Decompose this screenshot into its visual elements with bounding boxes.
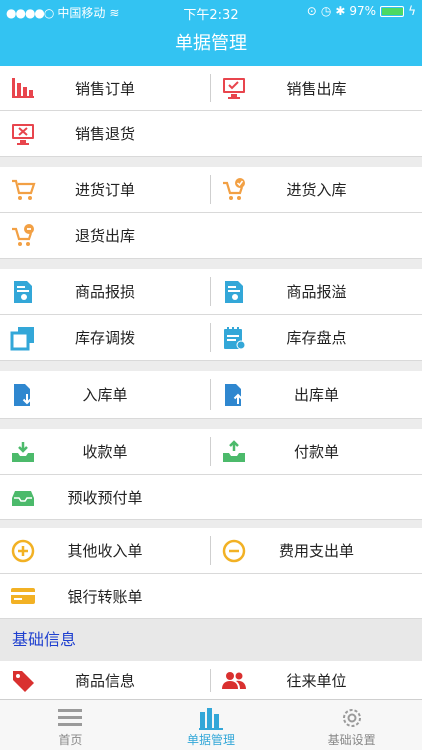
row-stock-1: 商品报损 商品报溢 <box>0 269 422 315</box>
bluetooth-icon: ✱ <box>335 4 346 18</box>
status-bar: ●●●●○ 中国移动 ≋ 下午2:32 ⊙ ◷ ✱ 97% ϟ <box>0 0 422 23</box>
goods-info-button[interactable]: 商品信息 <box>0 661 210 699</box>
purchase-return-button[interactable]: 退货出库 <box>0 213 210 258</box>
battery-percent: 97% <box>349 4 377 18</box>
expense-label: 费用支出单 <box>278 542 354 560</box>
goods-overflow-label: 商品报溢 <box>286 283 347 301</box>
tab-settings-label: 基础设置 <box>327 733 376 747</box>
other-income-label: 其他收入单 <box>67 542 143 560</box>
row-money-2: 银行转账单 <box>0 574 422 619</box>
sales-out-button[interactable]: 销售出库 <box>211 66 422 110</box>
charging-icon: ϟ <box>408 4 416 18</box>
tab-bar: 首页 单据管理 基础设置 <box>0 699 422 750</box>
tab-home-label: 首页 <box>58 733 83 747</box>
goods-loss-button[interactable]: 商品报损 <box>0 269 210 314</box>
purchase-in-label: 进货入库 <box>286 181 347 199</box>
row-stock-2: 库存调拨 库存盘点 <box>0 315 422 361</box>
row-finance-1: 收款单 付款单 <box>0 429 422 475</box>
tab-settings[interactable]: 基础设置 <box>281 700 422 750</box>
goods-overflow-button[interactable]: 商品报溢 <box>211 269 422 314</box>
menu-lines-icon <box>58 709 83 726</box>
payment-label: 付款单 <box>293 443 339 461</box>
in-order-label: 入库单 <box>82 386 128 404</box>
purchase-order-button[interactable]: 进货订单 <box>0 167 210 212</box>
row-sales-1: 销售订单 销售出库 <box>0 66 422 111</box>
row-inout: 入库单 出库单 <box>0 371 422 419</box>
gear-icon <box>342 709 361 727</box>
row-purchase-2: 退货出库 <box>0 213 422 259</box>
stock-transfer-label: 库存调拨 <box>74 329 135 347</box>
row-purchase-1: 进货订单 进货入库 <box>0 167 422 213</box>
purchase-order-label: 进货订单 <box>74 181 135 199</box>
bank-transfer-button[interactable]: 银行转账单 <box>0 574 210 618</box>
receipt-label: 收款单 <box>82 443 128 461</box>
row-basic: 商品信息 往来单位 <box>0 661 422 699</box>
expense-button[interactable]: 费用支出单 <box>211 528 422 573</box>
row-finance-2: 预收预付单 <box>0 475 422 520</box>
tab-docs[interactable]: 单据管理 <box>141 700 282 750</box>
sales-out-label: 销售出库 <box>286 79 347 98</box>
sales-return-label: 销售退货 <box>74 125 135 143</box>
sales-order-label: 销售订单 <box>74 79 135 98</box>
row-money-1: 其他收入单 费用支出单 <box>0 528 422 574</box>
section-basic-info: 基础信息 <box>0 619 422 661</box>
prepaid-button[interactable]: 预收预付单 <box>0 475 210 519</box>
page-title: 单据管理 <box>0 22 422 66</box>
battery-icon <box>380 5 405 17</box>
sales-return-button[interactable]: 销售退货 <box>0 111 210 156</box>
bank-transfer-label: 银行转账单 <box>67 587 143 606</box>
stock-count-label: 库存盘点 <box>286 329 347 347</box>
goods-loss-label: 商品报损 <box>74 283 135 301</box>
out-order-button[interactable]: 出库单 <box>211 371 422 418</box>
goods-info-label: 商品信息 <box>74 672 135 690</box>
books-icon <box>199 708 223 730</box>
stock-count-button[interactable]: 库存盘点 <box>211 315 422 360</box>
purchase-return-label: 退货出库 <box>74 227 135 245</box>
document-menu: 销售订单 销售出库 销售退货 进货订单 进货入库 退货出库 商品报损 商品报溢 … <box>0 66 422 699</box>
in-order-button[interactable]: 入库单 <box>0 371 210 418</box>
payment-button[interactable]: 付款单 <box>211 429 422 474</box>
tab-home[interactable]: 首页 <box>0 700 141 750</box>
contacts-button[interactable]: 往来单位 <box>211 661 422 699</box>
row-sales-2: 销售退货 <box>0 111 422 157</box>
sales-order-button[interactable]: 销售订单 <box>0 66 210 110</box>
stock-transfer-button[interactable]: 库存调拨 <box>0 315 210 360</box>
purchase-in-button[interactable]: 进货入库 <box>211 167 422 212</box>
out-order-label: 出库单 <box>293 386 339 404</box>
contacts-label: 往来单位 <box>286 672 347 690</box>
receipt-button[interactable]: 收款单 <box>0 429 210 474</box>
alarm-icon: ◷ <box>320 4 332 18</box>
lock-rotation-icon: ⊙ <box>306 4 317 18</box>
prepaid-label: 预收预付单 <box>67 488 143 507</box>
tab-docs-label: 单据管理 <box>187 733 236 747</box>
other-income-button[interactable]: 其他收入单 <box>0 528 210 573</box>
